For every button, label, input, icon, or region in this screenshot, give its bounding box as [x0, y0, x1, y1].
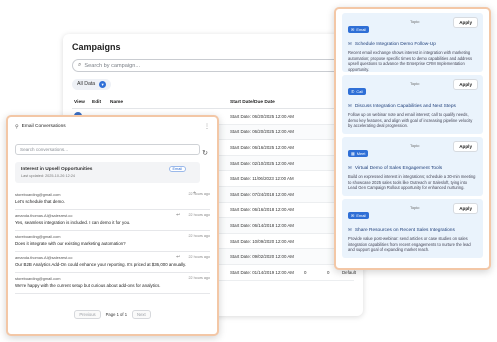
message-list: storeboarding@gmail.com 22 hours ago Let… [15, 189, 210, 294]
message-item: amanda.thomas.AI@salesrest.co ↩ 22 hours… [15, 252, 210, 273]
channel-label: Call [356, 89, 364, 94]
recommendation-description: Build on expressed interest in integrati… [348, 174, 476, 191]
message-time: 22 hours ago [188, 276, 210, 280]
column-header[interactable]: Edit [92, 100, 110, 105]
message-sender: storeboarding@gmail.com [15, 192, 61, 197]
topic-label: Topic: [410, 143, 421, 148]
conversation-search-input[interactable]: Search conversations... [15, 144, 200, 155]
next-page-button[interactable]: Next [132, 310, 151, 319]
page-title: Campaigns [72, 42, 121, 52]
message-body: Let's schedule that demo. [15, 199, 65, 204]
message-item: storeboarding@gmail.com 22 hours ago Let… [15, 189, 210, 210]
recommendation-description: Follow up on webinar note and email inte… [348, 112, 473, 129]
channel-label: Email [356, 213, 367, 218]
envelope-icon: ✉ [348, 165, 352, 170]
recommendation-card: ▦ Meet Topic: Apply ✉ Virtual Demo of Sale… [342, 137, 483, 196]
envelope-icon: ✉ [348, 41, 352, 46]
recommendation-title: Discuss Integration Capabilities and Nex… [354, 103, 456, 109]
message-body: Does it integrate with our existing mark… [15, 241, 126, 246]
channel-chip: ▦ Meet [348, 150, 369, 157]
message-time: 22 hours ago [188, 192, 210, 196]
recommendation-title: Schedule Integration Demo Follow-Up [354, 41, 436, 47]
campaign-search-input[interactable]: ⌕ Search by campaign... [72, 59, 354, 72]
conversation-search-placeholder: Search conversations... [20, 147, 69, 152]
campaign-search-placeholder: Search by campaign... [84, 62, 141, 69]
message-item: storeboarding@gmail.com 22 hours ago Doe… [15, 231, 210, 252]
envelope-icon: ✉ [351, 213, 355, 218]
message-item: storeboarding@gmail.com 22 hours ago We'… [15, 273, 210, 294]
email-panel-header: ⚲ Email Conversations ⋮ [15, 123, 210, 131]
conversation-thread[interactable]: Interest in Upsell Opportunities Last up… [15, 162, 200, 183]
channel-chip: ✉ Email [348, 212, 370, 219]
type-cell: Default [342, 269, 356, 275]
recommendation-title: Share Resources on Recent Sales Integrat… [354, 227, 455, 233]
chevron-down-icon: ▾ [99, 80, 107, 88]
envelope-icon: ✉ [351, 27, 355, 32]
envelope-icon: ✉ [348, 103, 352, 108]
filter-dropdown[interactable]: All Data ▾ [72, 78, 112, 90]
channel-badge: Email [168, 166, 186, 172]
recommendation-card: ✉ Email Topic: Apply ✉ Share Resources on … [342, 199, 483, 258]
message-body: Our B2B Analytics Add-On could enhance y… [15, 262, 187, 267]
channel-chip: ✆ Call [348, 88, 367, 95]
message-sender: storeboarding@gmail.com [15, 276, 61, 281]
message-sender: amanda.thomas.AI@salesrest.co [15, 255, 73, 260]
phone-icon: ✆ [351, 89, 355, 94]
more-options-icon[interactable]: ⋮ [204, 123, 210, 130]
count-cell: 0 [304, 269, 307, 275]
previous-page-button[interactable]: Previous [74, 310, 101, 319]
apply-button[interactable]: Apply [453, 79, 478, 90]
recommendation-title-row: ✉ Virtual Demo of Sales Engagement Tools [348, 165, 477, 171]
calendar-icon: ▦ [351, 151, 355, 156]
refresh-icon[interactable]: ↻ [202, 149, 208, 157]
message-body: We're happy with the current setup but c… [15, 283, 161, 288]
pagination: Previous Page 1 of 1 Next [15, 310, 210, 319]
filter-label: All Data [77, 81, 96, 87]
start-date-cell: Start Date: 01/14/2019 12:00 AM [230, 269, 294, 275]
channel-label: Email [356, 27, 367, 32]
message-body: Yes, seamless integration is included. I… [15, 220, 131, 225]
topic-label: Topic: [410, 19, 421, 24]
pin-icon[interactable]: ⚲ [15, 124, 19, 130]
message-time: 22 hours ago [188, 234, 210, 238]
reply-icon[interactable]: ↩ [176, 212, 180, 218]
table-header: View Edit Name Start Date/Due Date [72, 97, 354, 109]
count-cell: 0 [327, 269, 330, 275]
message-item: amanda.thomas.AI@salesrest.co ↩ 22 hours… [15, 210, 210, 231]
topic-label: Topic: [410, 205, 421, 210]
recommendations-panel: ✉ Email Topic: Apply ✉ Schedule Integratio… [334, 7, 491, 270]
column-header[interactable]: Name [110, 100, 230, 105]
channel-chip: ✉ Email [348, 26, 370, 33]
recommendation-title-row: ✉ Schedule Integration Demo Follow-Up [348, 41, 477, 47]
recommendation-title: Virtual Demo of Sales Engagement Tools [354, 165, 443, 171]
message-time: 22 hours ago [188, 255, 210, 259]
recommendation-description: Recent email exchange shows interest in … [348, 50, 473, 72]
recommendation-title-row: ✉ Discuss Integration Capabilities and Ne… [348, 103, 477, 109]
envelope-icon: ✉ [348, 227, 352, 232]
message-sender: storeboarding@gmail.com [15, 234, 61, 239]
channel-label: Meet [356, 151, 366, 156]
message-time: 22 hours ago [188, 213, 210, 217]
recommendation-card: ✆ Call Topic: Apply ✉ Discuss Integration … [342, 75, 483, 134]
search-icon: ⌕ [78, 62, 82, 68]
email-panel-title: Email Conversations [21, 124, 66, 129]
topic-label: Topic: [410, 81, 421, 86]
apply-button[interactable]: Apply [453, 17, 478, 28]
column-header[interactable]: View [74, 100, 92, 105]
thread-updated: Last updated: 2025-10-26 12:24 [21, 174, 76, 178]
message-sender: amanda.thomas.AI@salesrest.co [15, 213, 73, 218]
page-indicator: Page 1 of 1 [105, 312, 128, 317]
email-conversations-panel: ⚲ Email Conversations ⋮ Search conversat… [6, 115, 219, 336]
recommendation-title-row: ✉ Share Resources on Recent Sales Integra… [348, 227, 477, 233]
apply-button[interactable]: Apply [453, 141, 478, 152]
apply-button[interactable]: Apply [453, 203, 478, 214]
reply-icon[interactable]: ↩ [176, 254, 180, 260]
recommendation-description: Provide value post-webinar: send article… [348, 236, 471, 253]
app-stage: Campaigns ⌕ Search by campaign... All Da… [0, 0, 497, 342]
recommendation-card: ✉ Email Topic: Apply ✉ Schedule Integratio… [342, 13, 483, 72]
